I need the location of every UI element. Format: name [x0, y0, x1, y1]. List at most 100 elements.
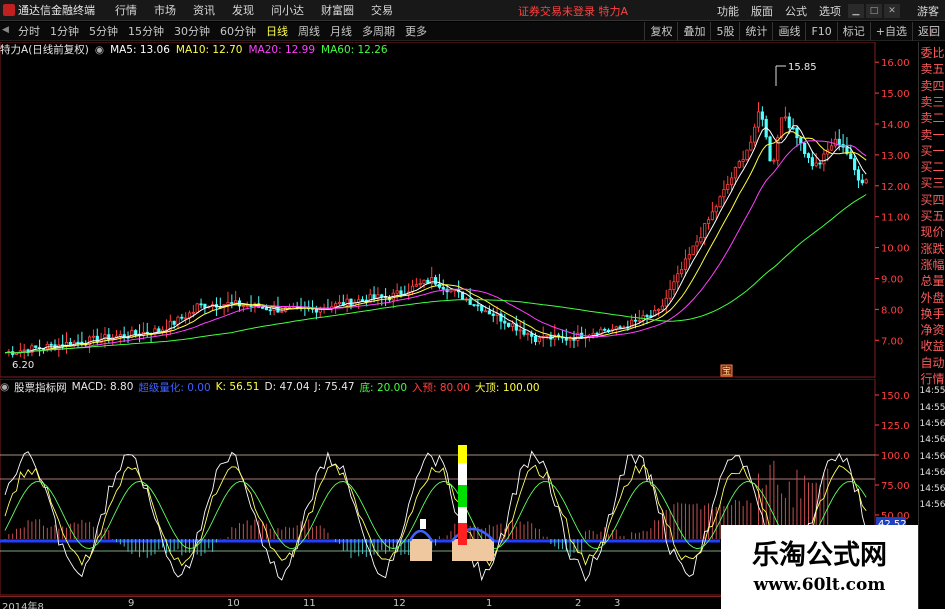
- candle-body: [184, 317, 188, 320]
- quote-panel-item[interactable]: 收益: [919, 337, 945, 353]
- period-30min[interactable]: 30分钟: [171, 23, 213, 39]
- price-tick-label: 13.00: [881, 151, 910, 162]
- quote-panel-item[interactable]: 14:55: [919, 403, 945, 419]
- menu-options[interactable]: 选项: [819, 3, 841, 19]
- quote-panel-item[interactable]: 自动: [919, 354, 945, 370]
- login-status: 证券交易未登录 特力A: [518, 5, 629, 18]
- quote-panel-item[interactable]: 涨幅: [919, 256, 945, 272]
- j-value: J: 75.47: [314, 381, 355, 393]
- tool-adjust[interactable]: 复权: [644, 22, 677, 41]
- candle-body: [480, 305, 484, 312]
- quote-panel-item[interactable]: 买一: [919, 142, 945, 158]
- quote-panel-item[interactable]: 卖二: [919, 109, 945, 125]
- period-5min[interactable]: 5分钟: [86, 23, 121, 39]
- guest-label[interactable]: 游客: [917, 3, 939, 19]
- candle-body: [441, 286, 445, 290]
- date-label: 1: [486, 598, 493, 609]
- tool-mark[interactable]: 标记: [836, 22, 870, 41]
- menu-wealth[interactable]: 财富圈: [321, 2, 354, 18]
- tool-f10[interactable]: F10: [805, 22, 836, 41]
- candle-body: [699, 237, 703, 243]
- quote-panel-item[interactable]: 总量: [919, 272, 945, 288]
- menu-ask[interactable]: 问小达: [271, 2, 304, 18]
- minimize-icon[interactable]: ▁: [848, 3, 864, 18]
- candle-body: [526, 333, 530, 336]
- menu-layout[interactable]: 版面: [751, 3, 773, 19]
- quote-panel-item[interactable]: 卖一: [919, 126, 945, 142]
- quote-panel-item[interactable]: 卖三: [919, 93, 945, 109]
- candle-body: [249, 305, 253, 307]
- quote-panel-item[interactable]: 14:56: [919, 452, 945, 468]
- candle-body: [491, 313, 495, 316]
- menu-news[interactable]: 资讯: [193, 2, 215, 18]
- candle-body: [418, 283, 422, 286]
- period-15min[interactable]: 15分钟: [125, 23, 167, 39]
- period-multi[interactable]: 多周期: [359, 23, 398, 39]
- date-label: 2014年8: [2, 602, 44, 609]
- period-60min[interactable]: 60分钟: [217, 23, 259, 39]
- tool-draw[interactable]: 画线: [772, 22, 805, 41]
- tool-overlay[interactable]: 叠加: [677, 22, 710, 41]
- quote-panel-item[interactable]: 现价: [919, 223, 945, 239]
- quote-panel-item[interactable]: 买五: [919, 207, 945, 223]
- menu-discover[interactable]: 发现: [232, 2, 254, 18]
- candle-body: [722, 189, 726, 198]
- candle-body: [695, 241, 699, 247]
- candle-body: [753, 126, 757, 143]
- period-timeshare[interactable]: 分时: [15, 23, 43, 39]
- candle-body: [349, 298, 353, 307]
- indicator-tick-label: 100.0: [881, 451, 910, 462]
- menu-market[interactable]: 市场: [154, 2, 176, 18]
- candle-body: [545, 334, 549, 337]
- quote-panel-item[interactable]: 买四: [919, 191, 945, 207]
- candle-body: [518, 329, 522, 332]
- quote-panel-item[interactable]: 14:56: [919, 419, 945, 435]
- tool-add-watch[interactable]: +自选: [869, 22, 912, 41]
- candle-body: [395, 290, 399, 294]
- signal-green-bar: [458, 485, 467, 507]
- menu-function[interactable]: 功能: [717, 3, 739, 19]
- settings-icon[interactable]: ◉: [0, 381, 9, 393]
- quote-panel-item[interactable]: 买二: [919, 158, 945, 174]
- candle-body: [656, 309, 661, 311]
- quote-panel-item[interactable]: 换手: [919, 305, 945, 321]
- quote-panel-item[interactable]: 14:56: [919, 484, 945, 500]
- quote-panel-item[interactable]: 净资: [919, 321, 945, 337]
- quote-panel-item[interactable]: 卖五: [919, 60, 945, 76]
- menu-formula[interactable]: 公式: [785, 3, 807, 19]
- candle-body: [810, 157, 814, 167]
- quote-panel-item[interactable]: 14:56: [919, 500, 945, 516]
- candle-body: [422, 279, 426, 284]
- period-monthly[interactable]: 月线: [327, 23, 355, 39]
- close-icon[interactable]: ✕: [884, 3, 900, 18]
- tool-stats[interactable]: 统计: [739, 22, 772, 41]
- quote-panel-item[interactable]: 14:55: [919, 386, 945, 402]
- signal-red-bar: [458, 523, 467, 545]
- prev-arrow-icon[interactable]: ◀: [2, 25, 11, 38]
- candle-body: [837, 138, 841, 145]
- candle-body: [768, 136, 772, 162]
- menu-trade[interactable]: 交易: [371, 2, 393, 18]
- quote-panel-item[interactable]: 买三: [919, 174, 945, 190]
- date-label: 2: [575, 598, 582, 609]
- period-more[interactable]: 更多: [402, 23, 430, 39]
- signal-block: [410, 539, 432, 561]
- quote-panel-item[interactable]: 卖四: [919, 77, 945, 93]
- kline-chart[interactable]: 16.00 15.00 14.00 13.00 12.00 11.00 10.00 9.00 8…: [0, 42, 918, 378]
- quote-panel-item[interactable]: 14:56: [919, 468, 945, 484]
- period-weekly[interactable]: 周线: [295, 23, 323, 39]
- quote-panel-item[interactable]: 涨跌: [919, 240, 945, 256]
- tool-stocks[interactable]: 5股: [710, 22, 739, 41]
- period-daily[interactable]: 日线: [263, 23, 291, 39]
- settings-icon[interactable]: ◉: [95, 44, 104, 56]
- app-logo-icon: [3, 4, 15, 16]
- menu-quotes[interactable]: 行情: [115, 2, 137, 18]
- maximize-icon[interactable]: □: [866, 3, 882, 18]
- period-1min[interactable]: 1分钟: [47, 23, 82, 39]
- quote-panel-item[interactable]: 行情: [919, 370, 945, 386]
- quote-panel-item[interactable]: 外盘: [919, 289, 945, 305]
- date-label: 11: [303, 598, 316, 609]
- quote-panel-item[interactable]: 委比: [919, 44, 945, 60]
- title-bar: 通达信金融终端 行情 市场 资讯 发现 问小达 财富圈 交易 证券交易未登录 特…: [0, 0, 945, 21]
- quote-panel-item[interactable]: 14:56: [919, 435, 945, 451]
